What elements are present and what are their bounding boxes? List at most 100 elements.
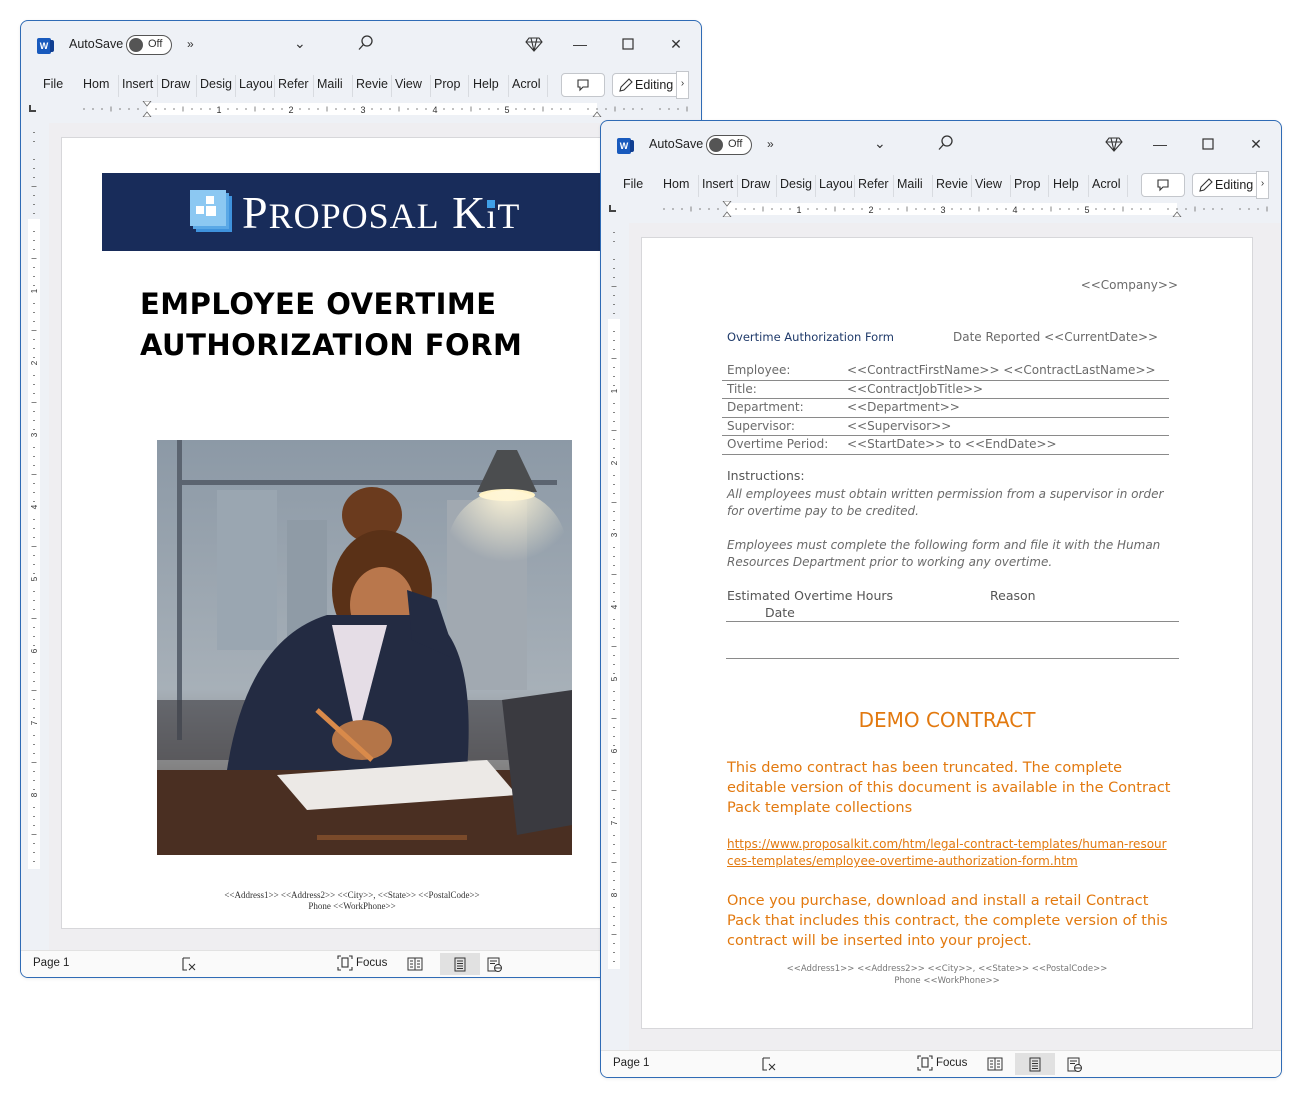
ruler-number: 2: [288, 105, 293, 115]
tab-separator: [157, 75, 158, 97]
tab-references[interactable]: Refer: [858, 177, 891, 191]
tab-review[interactable]: Revie: [356, 77, 389, 91]
maximize-button[interactable]: [1195, 133, 1221, 155]
qat-overflow-button[interactable]: »: [187, 37, 194, 51]
tab-design[interactable]: Desig: [200, 77, 232, 91]
table-row: Overtime Period: <<StartDate>> to <<EndDa…: [722, 436, 1169, 455]
date-reported: Date Reported <<CurrentDate>>: [953, 330, 1159, 344]
table-row: Department: <<Department>>: [722, 399, 1169, 418]
tab-help[interactable]: Help: [473, 77, 506, 91]
diamond-icon[interactable]: [525, 35, 543, 53]
tab-properties[interactable]: Prop: [434, 77, 466, 91]
tab-view[interactable]: View: [395, 77, 428, 91]
print-layout-button[interactable]: [1015, 1053, 1055, 1075]
search-icon[interactable]: [357, 34, 375, 52]
ruler-number: 4: [610, 604, 619, 609]
tab-selector[interactable]: [29, 105, 36, 112]
print-layout-button[interactable]: [440, 953, 480, 975]
web-layout-button[interactable]: [1060, 1053, 1090, 1075]
document-page[interactable]: PROPOSAL Ki T EMPLOYEE OVERTIME AUTHORIZA…: [61, 137, 643, 929]
tab-separator: [430, 75, 431, 97]
tab-layout[interactable]: Layou: [239, 77, 272, 91]
close-button[interactable]: ✕: [663, 33, 689, 55]
focus-icon: [917, 1055, 933, 1071]
tab-insert[interactable]: Insert: [122, 77, 154, 91]
brand-letter: T: [497, 196, 521, 236]
employee-info-table: Employee: <<ContractFirstName>> <<Contrac…: [722, 362, 1169, 455]
tab-help[interactable]: Help: [1053, 177, 1086, 191]
page-number-status[interactable]: Page 1: [33, 957, 69, 969]
diamond-icon[interactable]: [1105, 135, 1123, 153]
tab-acrobat[interactable]: Acrol: [512, 77, 544, 91]
ruler-number: 1: [796, 205, 801, 215]
maximize-icon: [622, 38, 634, 50]
ribbon-more-button[interactable]: ›: [1256, 171, 1269, 199]
tab-separator: [1048, 175, 1049, 197]
comments-button[interactable]: [561, 73, 605, 97]
qat-overflow-button[interactable]: »: [767, 137, 774, 151]
ribbon-more-button[interactable]: ›: [676, 71, 689, 99]
tab-references[interactable]: Refer: [278, 77, 311, 91]
read-mode-button[interactable]: [400, 953, 430, 975]
field-label: Title:: [727, 381, 757, 396]
brand-letter: P: [242, 187, 269, 238]
autosave-toggle[interactable]: Off: [706, 135, 752, 155]
tab-separator: [547, 75, 548, 97]
tab-review[interactable]: Revie: [936, 177, 969, 191]
minimize-button[interactable]: —: [567, 33, 593, 55]
ruler-number: 1: [610, 388, 619, 393]
focus-button[interactable]: Focus: [917, 1055, 967, 1071]
minimize-icon: —: [1153, 136, 1167, 152]
tab-acrobat[interactable]: Acrol: [1092, 177, 1124, 191]
vertical-ruler[interactable]: 1 2 3 4 5 6 7 8: [608, 229, 620, 969]
tab-layout[interactable]: Layou: [819, 177, 852, 191]
customize-qat-dropdown[interactable]: ⌄: [874, 135, 886, 152]
comments-button[interactable]: [1141, 173, 1185, 197]
contract-pack-link[interactable]: https://www.proposalkit.com/htm/legal-co…: [727, 836, 1167, 870]
vertical-ruler[interactable]: 1 2 3 4 5 6 7 8: [28, 129, 40, 869]
brand-text: ROPOSAL: [268, 196, 440, 236]
tab-separator: [468, 75, 469, 97]
minimize-button[interactable]: —: [1147, 133, 1173, 155]
tab-mailings[interactable]: Maili: [897, 177, 930, 191]
ruler-number: 4: [432, 105, 437, 115]
ruler-number: 7: [610, 820, 619, 825]
proofing-icon[interactable]: [761, 1056, 777, 1072]
tab-insert[interactable]: Insert: [702, 177, 734, 191]
tab-file[interactable]: File: [623, 177, 643, 191]
horizontal-ruler[interactable]: 1 2 3 4 5: [637, 201, 1281, 217]
tab-home[interactable]: Hom: [663, 177, 695, 191]
close-button[interactable]: ✕: [1243, 133, 1269, 155]
editing-label: Editing: [1215, 178, 1254, 192]
tab-draw[interactable]: Draw: [161, 77, 194, 91]
tab-home[interactable]: Hom: [83, 77, 115, 91]
maximize-button[interactable]: [615, 33, 641, 55]
ruler-number: 2: [30, 360, 39, 365]
web-layout-icon: [487, 957, 502, 972]
page-number-status[interactable]: Page 1: [613, 1057, 649, 1069]
tab-draw[interactable]: Draw: [741, 177, 774, 191]
web-layout-button[interactable]: [480, 953, 510, 975]
tab-selector[interactable]: [609, 205, 616, 212]
read-mode-button[interactable]: [980, 1053, 1010, 1075]
tab-properties[interactable]: Prop: [1014, 177, 1046, 191]
tab-view[interactable]: View: [975, 177, 1008, 191]
instructions-heading: Instructions:: [727, 468, 805, 483]
document-page[interactable]: <<Company>> Overtime Authorization Form …: [641, 237, 1253, 1029]
tab-design[interactable]: Desig: [780, 177, 812, 191]
proofing-icon[interactable]: [181, 956, 197, 972]
tab-file[interactable]: File: [43, 77, 63, 91]
customize-qat-dropdown[interactable]: ⌄: [294, 35, 306, 52]
autosave-toggle[interactable]: Off: [126, 35, 172, 55]
footer-phone: Phone <<WorkPhone>>: [308, 901, 396, 911]
search-icon[interactable]: [937, 134, 955, 152]
ruler-number: 2: [868, 205, 873, 215]
page-footer: <<Address1>> <<Address2>> <<City>>, <<St…: [642, 963, 1252, 987]
proposal-kit-banner: PROPOSAL Ki T: [102, 173, 622, 251]
tab-mailings[interactable]: Maili: [317, 77, 350, 91]
page-footer: <<Address1>> <<Address2>> <<City>>, <<St…: [62, 890, 642, 912]
focus-button[interactable]: Focus: [337, 955, 387, 971]
field-value: <<ContractJobTitle>>: [847, 381, 984, 396]
horizontal-ruler[interactable]: 1 2 3 4 5: [57, 101, 701, 117]
tab-separator: [698, 175, 699, 197]
